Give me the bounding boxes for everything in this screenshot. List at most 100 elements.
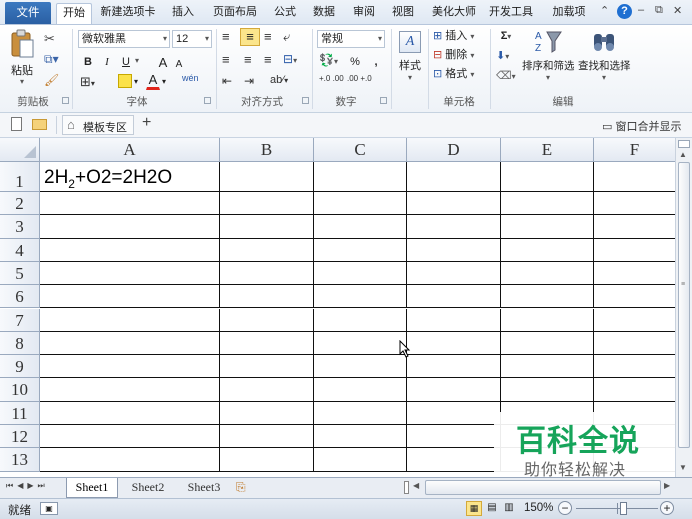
new-file-icon[interactable] [11,117,22,131]
grid-cell[interactable] [501,215,594,239]
grid-cell[interactable] [314,448,407,472]
grid-cell[interactable] [314,425,407,449]
wrap-text-icon[interactable]: ⤶ [283,29,290,45]
grid-cell[interactable] [501,192,594,216]
scroll-up-icon[interactable]: ▲ [679,150,687,159]
grid-cell[interactable] [314,355,407,379]
grid-cell[interactable] [220,308,314,332]
add-tab-button[interactable]: + [142,114,151,132]
merge-windows-button[interactable]: ▭ 窗口合并显示 [602,118,681,134]
tab-formulas[interactable]: 公式 [268,3,302,24]
delete-cells-button[interactable]: ⊟ 删除 ▾ [432,46,484,65]
row-header-9[interactable]: 9 [0,355,40,379]
zoom-out-button[interactable]: − [558,501,572,515]
fill-color-icon[interactable] [118,74,132,88]
normal-view-icon[interactable]: ▦ [466,501,482,516]
number-launcher-icon[interactable] [380,97,387,104]
underline-button[interactable]: U [118,53,134,72]
row-header-3[interactable]: 3 [0,215,40,239]
grid-cell[interactable] [314,401,407,425]
grid-cell[interactable] [594,378,676,402]
font-color-dropdown-icon[interactable]: ▾ [162,77,166,86]
grid-cell[interactable] [594,285,676,309]
row-header-5[interactable]: 5 [0,261,40,286]
grid-cell[interactable] [314,261,407,286]
row-header-1[interactable]: 1 [0,162,40,192]
row-header-13[interactable]: 13 [0,448,40,472]
align-top-icon[interactable]: ≡ [222,29,230,44]
vertical-scrollbar[interactable]: ▲ ≡ ▼ [675,138,692,477]
decrease-decimal-button[interactable]: .00 +.0 [347,75,373,83]
grid-cell[interactable] [220,331,314,356]
grid-cell[interactable] [314,215,407,239]
alignment-launcher-icon[interactable] [302,97,309,104]
grid-cell[interactable] [220,192,314,216]
grid-cell[interactable] [407,192,501,216]
sort-filter-button[interactable]: A Z 排序和筛选 ▾ [521,27,575,89]
collapse-ribbon-icon[interactable]: ⌃ [600,4,609,17]
file-menu-button[interactable]: 文件 [5,2,51,24]
insert-cells-button[interactable]: ⊞ 插入 ▾ [432,27,484,46]
tab-insert[interactable]: 插入 [166,3,200,24]
grid-cell[interactable] [220,401,314,425]
zoom-in-button[interactable]: + [660,501,674,515]
grid-cell[interactable] [407,448,501,472]
split-box[interactable] [678,140,690,148]
align-right-icon[interactable]: ≡ [264,52,272,67]
paste-button[interactable]: 粘贴 ▾ [6,28,38,88]
tab-addins[interactable]: 加载项 [546,3,592,24]
macro-record-icon[interactable]: ▣ [40,502,58,515]
grid-cell[interactable] [220,378,314,402]
tab-data[interactable]: 数据 [307,3,341,24]
grid-cell[interactable] [314,378,407,402]
horizontal-scroll-thumb[interactable] [425,480,661,495]
grid-cell[interactable] [501,162,594,192]
grid-cell[interactable] [314,285,407,309]
row-header-10[interactable]: 10 [0,378,40,402]
increase-decimal-button[interactable]: +.0 .00 [319,75,345,83]
shrink-font-button[interactable]: A [173,55,185,74]
orientation-icon[interactable]: ab⁄▾ [270,74,288,86]
grid-cell[interactable] [314,331,407,356]
grid-cell[interactable] [40,401,220,425]
grid-cell[interactable] [594,192,676,216]
scroll-right-icon[interactable]: ▶ [664,481,670,490]
format-cells-button[interactable]: ⊡ 格式 ▾ [432,65,484,84]
grid-cell[interactable] [40,425,220,449]
help-icon[interactable]: ? [617,4,632,19]
grid-cell[interactable] [314,162,407,192]
page-layout-view-icon[interactable]: ▤ [484,501,500,516]
underline-dropdown-icon[interactable]: ▾ [135,56,139,65]
vertical-scroll-thumb[interactable]: ≡ [678,162,690,448]
clipboard-launcher-icon[interactable] [62,97,69,104]
sheet-tab-sheet1[interactable]: Sheet1 [66,478,118,498]
grid-cell[interactable] [407,331,501,356]
bold-button[interactable]: B [80,53,96,72]
row-header-2[interactable]: 2 [0,192,40,216]
grid-cell[interactable] [40,192,220,216]
grid-cell[interactable] [40,285,220,309]
increase-indent-icon[interactable]: ⇥ [244,74,254,88]
paste-dropdown-icon[interactable]: ▾ [7,77,37,87]
tab-page-layout[interactable]: 页面布局 [207,3,263,24]
grid-cell[interactable] [407,308,501,332]
restore-icon[interactable]: ⧉ [655,4,663,17]
grid-cell[interactable] [314,192,407,216]
grid-cell[interactable] [40,378,220,402]
merge-center-icon[interactable]: ⊟▾ [283,52,297,66]
copy-icon[interactable]: ⧉▾ [44,52,59,67]
grid-cell[interactable] [407,162,501,192]
tab-home[interactable]: 开始 [56,3,92,24]
grid-cell[interactable] [407,238,501,262]
grid-cell[interactable] [407,425,501,449]
col-header-a[interactable]: A [40,138,220,162]
grid-cell[interactable] [407,401,501,425]
grid-cell[interactable] [220,285,314,309]
font-size-combo[interactable]: 12 ▾ [172,30,212,48]
comma-style-button[interactable]: , [370,53,382,72]
grid-cell[interactable] [501,285,594,309]
styles-button[interactable]: A 样式 ▾ [395,28,425,90]
number-format-combo[interactable]: 常规 ▾ [317,30,385,48]
fill-icon[interactable]: ⬇▾ [496,49,509,62]
grid-cell[interactable] [407,285,501,309]
